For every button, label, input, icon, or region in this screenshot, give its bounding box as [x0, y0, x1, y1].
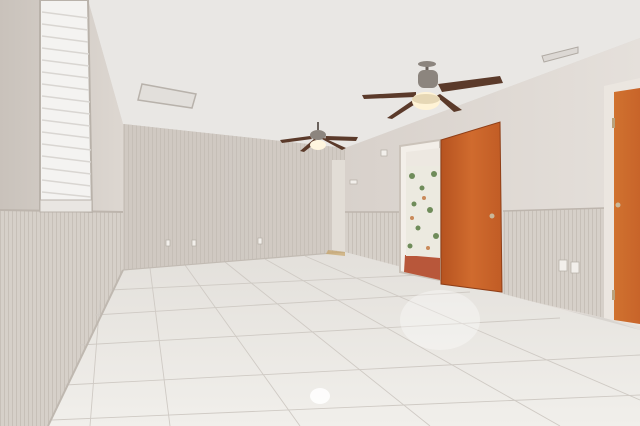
- shower-curtain: [406, 166, 440, 256]
- window-with-blinds: [39, 0, 94, 214]
- orange-door-right: [604, 78, 640, 326]
- doorway-to-bathroom: [399, 138, 441, 282]
- orange-door-open: [440, 121, 503, 293]
- empty-room-photo: [0, 0, 640, 426]
- floor-reflection: [310, 388, 330, 404]
- back-hallway: [332, 160, 345, 252]
